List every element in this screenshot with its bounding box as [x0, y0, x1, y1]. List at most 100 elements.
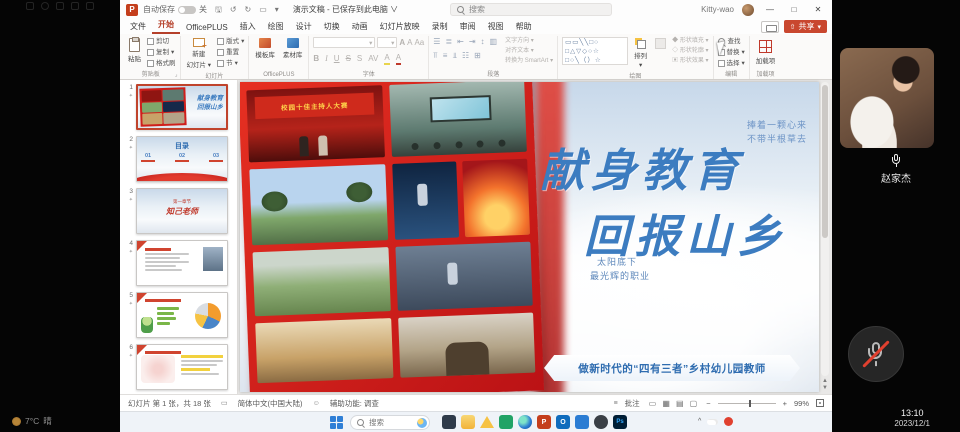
thumbnail-item-4[interactable]: 4✦ — [122, 240, 233, 286]
account-avatar[interactable] — [742, 4, 754, 16]
more-icon[interactable] — [86, 2, 94, 10]
zoom-slider[interactable] — [718, 403, 776, 404]
shape-outline-button[interactable]: ◇ 形状轮廓 ▾ — [672, 47, 708, 55]
layout-button[interactable]: 版式 ▾ — [217, 37, 244, 46]
participant-video[interactable] — [840, 48, 934, 148]
tab-home[interactable]: 开始 — [152, 18, 180, 34]
slide-1-thumbnail[interactable]: 献身教育回报山乡 — [136, 84, 228, 130]
vertical-scrollbar[interactable] — [821, 82, 829, 376]
select-button[interactable]: 选择 ▾ — [718, 59, 745, 68]
align-right-icon[interactable]: ⫫ — [452, 51, 457, 61]
increase-indent-icon[interactable]: ⇥ — [469, 37, 476, 47]
thumbnail-item-2[interactable]: 2✦ 目录 01 02 03 — [122, 136, 233, 182]
align-center-icon[interactable]: ≡ — [443, 51, 448, 61]
language-indicator[interactable]: 简体中文(中国大陆) — [238, 398, 303, 409]
share-button[interactable]: ⇧共享▾ — [784, 20, 827, 33]
line-spacing-icon[interactable]: ↕ — [481, 37, 485, 47]
redo-icon[interactable]: ↻ — [245, 5, 252, 15]
material-library-button[interactable]: 素材库 — [281, 37, 305, 60]
zoom-slider-thumb[interactable] — [749, 400, 751, 407]
shape-fill-button[interactable]: ◆ 形状填充 ▾ — [672, 37, 708, 45]
quick-styles-button[interactable] — [653, 37, 668, 50]
tab-officeplus[interactable]: OfficePLUS — [180, 22, 234, 34]
weather-widget[interactable]: 7°C 晴 — [12, 415, 52, 427]
slide-2-thumbnail[interactable]: 目录 01 02 03 — [136, 136, 228, 182]
tab-review[interactable]: 审阅 — [454, 20, 482, 34]
thumbnail-item-3[interactable]: 3✦ 第一章节 知己老师 — [122, 188, 233, 234]
slide-editing-area[interactable]: 校园十佳主持人大赛 — [240, 82, 819, 392]
align-text-button[interactable]: 对齐文本 ▾ — [505, 47, 553, 55]
file-explorer-icon[interactable] — [461, 415, 475, 429]
thumbnail-item-5[interactable]: 5✦ — [122, 292, 233, 338]
record-icon[interactable] — [41, 2, 49, 10]
edge-icon[interactable] — [518, 415, 532, 429]
tab-draw[interactable]: 绘图 — [262, 20, 290, 34]
tray-expand-icon[interactable]: ^ — [698, 418, 701, 425]
tab-file[interactable]: 文件 — [124, 20, 152, 34]
undo-icon[interactable]: ↺ — [230, 5, 237, 15]
new-slide-button[interactable]: 新建 幻灯片 ▾ — [185, 37, 214, 70]
decrease-indent-icon[interactable]: ⇤ — [457, 37, 464, 47]
cut-button[interactable]: 剪切 — [147, 37, 176, 46]
green-app-icon[interactable] — [499, 415, 513, 429]
photoshop-icon[interactable]: Ps — [613, 415, 627, 429]
next-slide-icon[interactable]: ▼ — [820, 385, 830, 392]
slide-3-thumbnail[interactable]: 第一章节 知己老师 — [136, 188, 228, 234]
normal-view-icon[interactable]: ▭ — [649, 399, 657, 408]
slide-6-thumbnail[interactable] — [136, 344, 228, 390]
accessibility-status[interactable]: 辅助功能: 调查 — [330, 398, 379, 409]
mute-button[interactable] — [848, 326, 904, 382]
weather-widget-icon[interactable] — [417, 418, 427, 428]
underline-button[interactable]: U — [334, 53, 340, 64]
powerpoint-taskbar-icon[interactable]: P — [537, 415, 551, 429]
distribute-icon[interactable]: ⊞ — [474, 51, 481, 61]
clipboard-dialog-launcher[interactable]: ⌟ — [175, 71, 178, 78]
taskbar-search-input[interactable]: 搜索 — [350, 415, 430, 430]
customize-qat-icon[interactable]: ▾ — [275, 5, 279, 15]
template-library-button[interactable]: 模板库 — [253, 37, 277, 60]
strikethrough-button[interactable]: S — [346, 53, 351, 64]
blue-app-icon[interactable] — [575, 415, 589, 429]
slide-4-thumbnail[interactable] — [136, 240, 228, 286]
section-button[interactable]: 节 ▾ — [217, 59, 244, 68]
tab-help[interactable]: 帮助 — [510, 20, 538, 34]
bullets-icon[interactable]: ☰ — [433, 37, 440, 47]
search-input[interactable]: 搜索 — [450, 3, 612, 16]
tab-animations[interactable]: 动画 — [346, 20, 374, 34]
comments-button[interactable] — [761, 21, 779, 33]
globe-app-icon[interactable] — [594, 415, 608, 429]
grow-font-icon[interactable]: A — [399, 37, 405, 48]
prev-slide-icon[interactable]: ▲ — [820, 378, 830, 385]
onedrive-icon[interactable] — [707, 419, 718, 425]
text-shadow-icon[interactable]: S — [357, 53, 362, 64]
slide-nav-buttons[interactable]: ▲▼ — [820, 378, 830, 392]
shapes-gallery[interactable]: ▭▭╲╲□○ □△▽◇○☆ □○╲（）☆ — [562, 37, 628, 65]
scrollbar-thumb[interactable] — [822, 85, 828, 238]
reading-view-icon[interactable]: ▤ — [676, 399, 684, 408]
thumbnail-item-6[interactable]: 6✦ — [122, 344, 233, 390]
change-case-icon[interactable]: Aa — [414, 37, 424, 48]
slideshow-icon[interactable]: ▭ — [259, 5, 267, 15]
shape-effects-button[interactable]: ▣ 形状效果 ▾ — [672, 57, 708, 65]
maximize-button[interactable]: □ — [786, 5, 802, 14]
convert-smartart-button[interactable]: 转换为 SmartArt ▾ — [505, 57, 553, 65]
close-button[interactable]: ✕ — [810, 5, 826, 14]
outlook-icon[interactable]: O — [556, 415, 570, 429]
drive-icon[interactable] — [480, 416, 494, 428]
paste-button[interactable]: 粘贴 — [126, 37, 143, 64]
autosave-toggle[interactable]: 自动保存 关 — [143, 4, 207, 15]
annotate-icon[interactable] — [71, 2, 79, 10]
tab-transitions[interactable]: 切换 — [318, 20, 346, 34]
zoom-level[interactable]: 99% — [794, 399, 809, 408]
tab-record[interactable]: 录制 — [426, 20, 454, 34]
font-color-icon[interactable]: A — [396, 52, 401, 65]
copy-button[interactable]: 复制 ▾ — [147, 48, 176, 57]
justify-icon[interactable]: ☷ — [462, 51, 469, 61]
italic-button[interactable]: I — [325, 53, 328, 64]
start-button[interactable] — [330, 416, 343, 429]
text-direction-button[interactable]: 文字方向 ▾ — [505, 37, 553, 45]
document-title[interactable]: 演示文稿 - 已保存到此电脑 ∨ — [293, 4, 398, 15]
system-clock[interactable]: 13:10 2023/12/1 — [894, 408, 930, 429]
zoom-out-icon[interactable]: − — [706, 399, 710, 408]
slide-5-thumbnail[interactable] — [136, 292, 228, 338]
